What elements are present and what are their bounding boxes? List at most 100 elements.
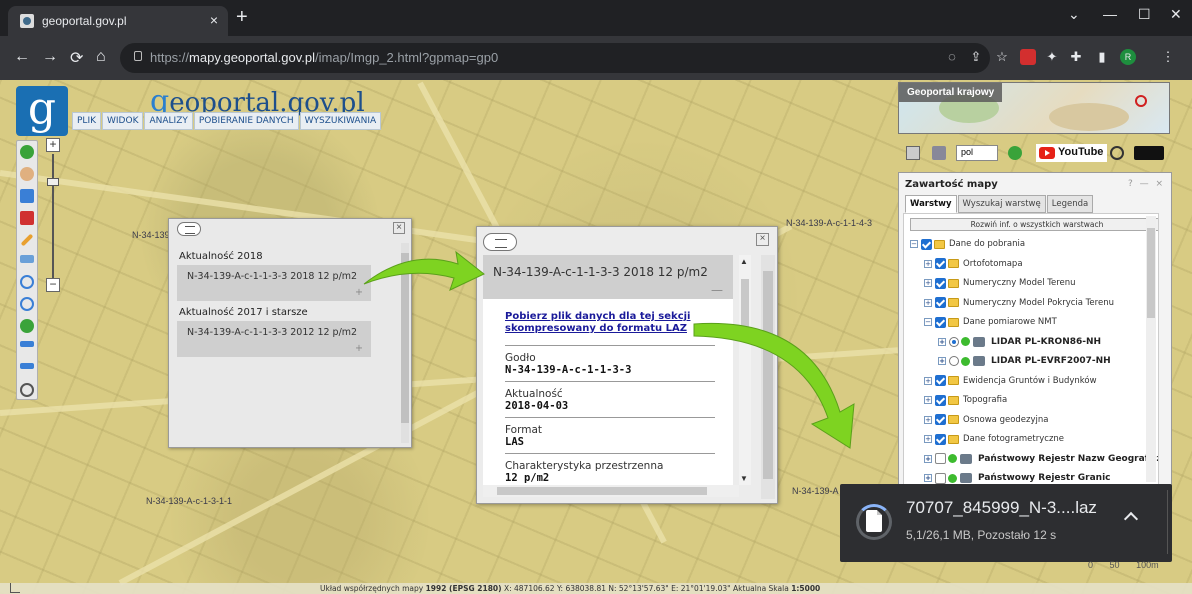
layer-checkbox[interactable] [935, 472, 946, 484]
full-extent-icon[interactable] [20, 383, 34, 397]
expand-node-icon[interactable]: + [924, 396, 932, 404]
new-tab-button[interactable]: + [236, 6, 248, 29]
zoom-slider[interactable]: + − [44, 138, 62, 298]
select-icon[interactable] [20, 189, 34, 203]
pencil-icon[interactable] [20, 233, 34, 247]
layer-tree-row[interactable]: + Państwowy Rejestr Granic [924, 470, 1111, 484]
layer-checkbox[interactable] [935, 277, 946, 289]
popup-close-button[interactable]: × [756, 233, 769, 246]
chevron-up-icon[interactable] [1123, 511, 1139, 527]
language-select[interactable]: pol [956, 145, 998, 161]
tab-warstwy[interactable]: Warstwy [905, 195, 957, 213]
layer-checkbox[interactable] [935, 414, 946, 425]
menu-plik[interactable]: PLIK [72, 112, 101, 130]
layer-tree-row[interactable]: + Państwowy Rejestr Nazw Geograficzny [924, 451, 1158, 467]
layer-checkbox[interactable] [935, 297, 946, 308]
zoom-handle[interactable] [47, 178, 59, 186]
close-window-button[interactable]: ✕ [1170, 6, 1182, 23]
zoom-plus-button[interactable]: + [46, 138, 60, 152]
sheet-item-2018[interactable]: N-34-139-A-c-1-1-3-3 2018 12 p/m2 + [177, 265, 371, 301]
profile-avatar[interactable]: R [1120, 49, 1136, 65]
menu-analizy[interactable]: ANALIZY [144, 112, 193, 130]
next-view-icon[interactable] [20, 363, 34, 369]
layer-checkbox[interactable] [935, 258, 946, 269]
expand-all-button[interactable]: Rozwiń inf. o wszystkich warstwach [910, 218, 1158, 231]
zoom-minus-button[interactable]: − [46, 278, 60, 292]
scroll-up-icon[interactable]: ▲ [740, 257, 748, 266]
menu-wyszukiwania[interactable]: WYSZUKIWANIA [299, 112, 382, 130]
sidepanel-icon[interactable]: ▮ [1094, 49, 1110, 65]
layer-tree-row[interactable]: + Numeryczny Model Terenu [924, 275, 1076, 291]
zoom-out-icon[interactable] [20, 297, 34, 311]
popup-close-button[interactable]: × [393, 222, 405, 234]
horizontal-scrollbar[interactable] [483, 485, 739, 497]
expand-node-icon[interactable]: + [924, 415, 932, 424]
layout-icon[interactable] [906, 146, 920, 160]
accessibility-icon[interactable] [1110, 146, 1124, 160]
tab-legenda[interactable]: Legenda [1046, 195, 1094, 213]
panel-window-controls[interactable]: ? — × [1128, 179, 1165, 189]
scroll-thumb[interactable] [497, 487, 707, 495]
forward-arrow-icon[interactable]: → [42, 48, 58, 66]
expand-node-icon[interactable]: + [938, 337, 946, 346]
tab-wyszukaj-warstwe[interactable]: Wyszukaj warstwę [957, 195, 1046, 213]
layer-tree-row[interactable]: − Dane pomiarowe NMT [924, 314, 1057, 330]
layer-tree-row[interactable]: + Ewidencja Gruntów i Budynków [924, 373, 1097, 389]
layer-tree-row[interactable]: − Dane do pobrania [910, 236, 1025, 252]
scroll-down-icon[interactable]: ▼ [740, 474, 748, 483]
download-filename[interactable]: 70707_845999_N-3....laz [906, 498, 1097, 518]
tab-close-icon[interactable]: × [210, 12, 218, 28]
sheet-item-2012[interactable]: N-34-139-A-c-1-1-3-3 2012 12 p/m2 + [177, 321, 371, 357]
menu-widok[interactable]: WIDOK [102, 112, 144, 130]
puzzle-icon[interactable]: ✚ [1068, 49, 1084, 65]
overview-map[interactable]: Geoportal krajowy [898, 82, 1170, 134]
scroll-thumb[interactable] [1147, 228, 1155, 318]
browser-tab[interactable]: geoportal.gov.pl × [8, 6, 228, 36]
download-laz-link[interactable]: Pobierz plik danych dla tej sekcji skomp… [505, 311, 715, 335]
corner-icon[interactable] [10, 583, 20, 593]
layer-checkbox[interactable] [935, 316, 946, 328]
layer-checkbox[interactable] [935, 453, 946, 464]
list-toggle-icon[interactable] [177, 222, 201, 236]
map-viewport[interactable]: N-34-139 N-34-139-A-c-1-1-4-3 N-34-139-A… [0, 80, 1192, 594]
reload-icon[interactable]: ⟳ [70, 48, 83, 68]
bookmark-star-icon[interactable]: ☆ [994, 49, 1010, 65]
extension-icon[interactable]: ✦ [1044, 49, 1060, 65]
share-icon[interactable]: ⇪ [968, 49, 984, 65]
layer-tree-scrollbar[interactable] [1146, 216, 1156, 482]
globe-icon[interactable] [20, 319, 34, 333]
layer-checkbox[interactable] [935, 394, 946, 406]
help-icon[interactable] [1008, 146, 1022, 160]
print-icon[interactable] [932, 146, 946, 160]
geoportal-logo[interactable]: g [16, 86, 68, 136]
high-contrast-icon[interactable] [1134, 146, 1164, 160]
layer-tree-row[interactable]: + Topografia [924, 392, 1007, 408]
layer-checkbox[interactable] [935, 375, 946, 386]
collapse-node-icon[interactable]: − [924, 318, 932, 326]
pan-hand-icon[interactable] [20, 167, 34, 181]
expand-node-icon[interactable]: + [924, 279, 932, 287]
download-notification[interactable]: 70707_845999_N-3....laz 5,1/26,1 MB, Poz… [840, 484, 1172, 562]
tab-search-icon[interactable]: ⌄ [1068, 6, 1080, 23]
expand-node-icon[interactable]: + [924, 298, 932, 307]
layer-radio[interactable] [949, 336, 959, 347]
menu-kebab-icon[interactable]: ⋮ [1160, 49, 1176, 65]
expand-node-icon[interactable]: + [924, 435, 932, 443]
detail-header[interactable]: N-34-139-A-c-1-1-3-3 2018 12 p/m2 — [483, 255, 733, 299]
draw-select-icon[interactable] [20, 211, 34, 225]
expand-node-icon[interactable]: + [924, 376, 932, 385]
layer-radio[interactable] [949, 356, 959, 366]
collapse-icon[interactable]: — [711, 283, 723, 297]
url-field[interactable]: https://mapy.geoportal.gov.pl/imap/Imgp_… [120, 43, 990, 73]
layer-tree-row[interactable]: + LIDAR PL-EVRF2007-NH [938, 353, 1111, 369]
eye-off-icon[interactable]: ◌ [944, 49, 960, 65]
minimize-button[interactable]: — [1103, 6, 1117, 22]
expand-node-icon[interactable]: + [924, 259, 932, 268]
previous-view-icon[interactable] [20, 341, 34, 347]
menu-pobieranie-danych[interactable]: POBIERANIE DANYCH [193, 112, 299, 130]
expand-node-icon[interactable]: + [938, 357, 946, 365]
xml-icon[interactable] [20, 255, 34, 263]
expand-node-icon[interactable]: + [924, 454, 932, 463]
zoom-in-icon[interactable] [20, 275, 34, 289]
layer-tree-row[interactable]: + Dane fotogrametryczne [924, 431, 1064, 447]
